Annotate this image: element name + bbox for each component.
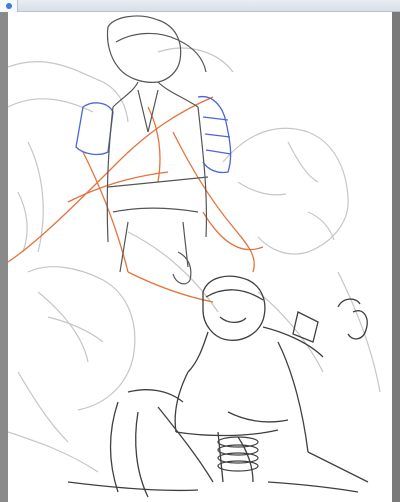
stacked-plates-sketch <box>217 436 259 472</box>
top-toolbar <box>0 0 400 12</box>
sketch-artwork <box>8 15 381 498</box>
document-tab[interactable] <box>0 0 18 12</box>
orange-rough-lines <box>8 96 264 303</box>
drawing-canvas[interactable] <box>8 12 392 502</box>
lower-figure-sketch <box>67 275 369 498</box>
upper-figure-sketch <box>106 15 209 285</box>
left-workspace-margin <box>0 12 8 502</box>
app-dot-icon <box>6 3 12 9</box>
faint-background-sketch <box>8 47 381 473</box>
right-workspace-margin <box>392 12 400 502</box>
